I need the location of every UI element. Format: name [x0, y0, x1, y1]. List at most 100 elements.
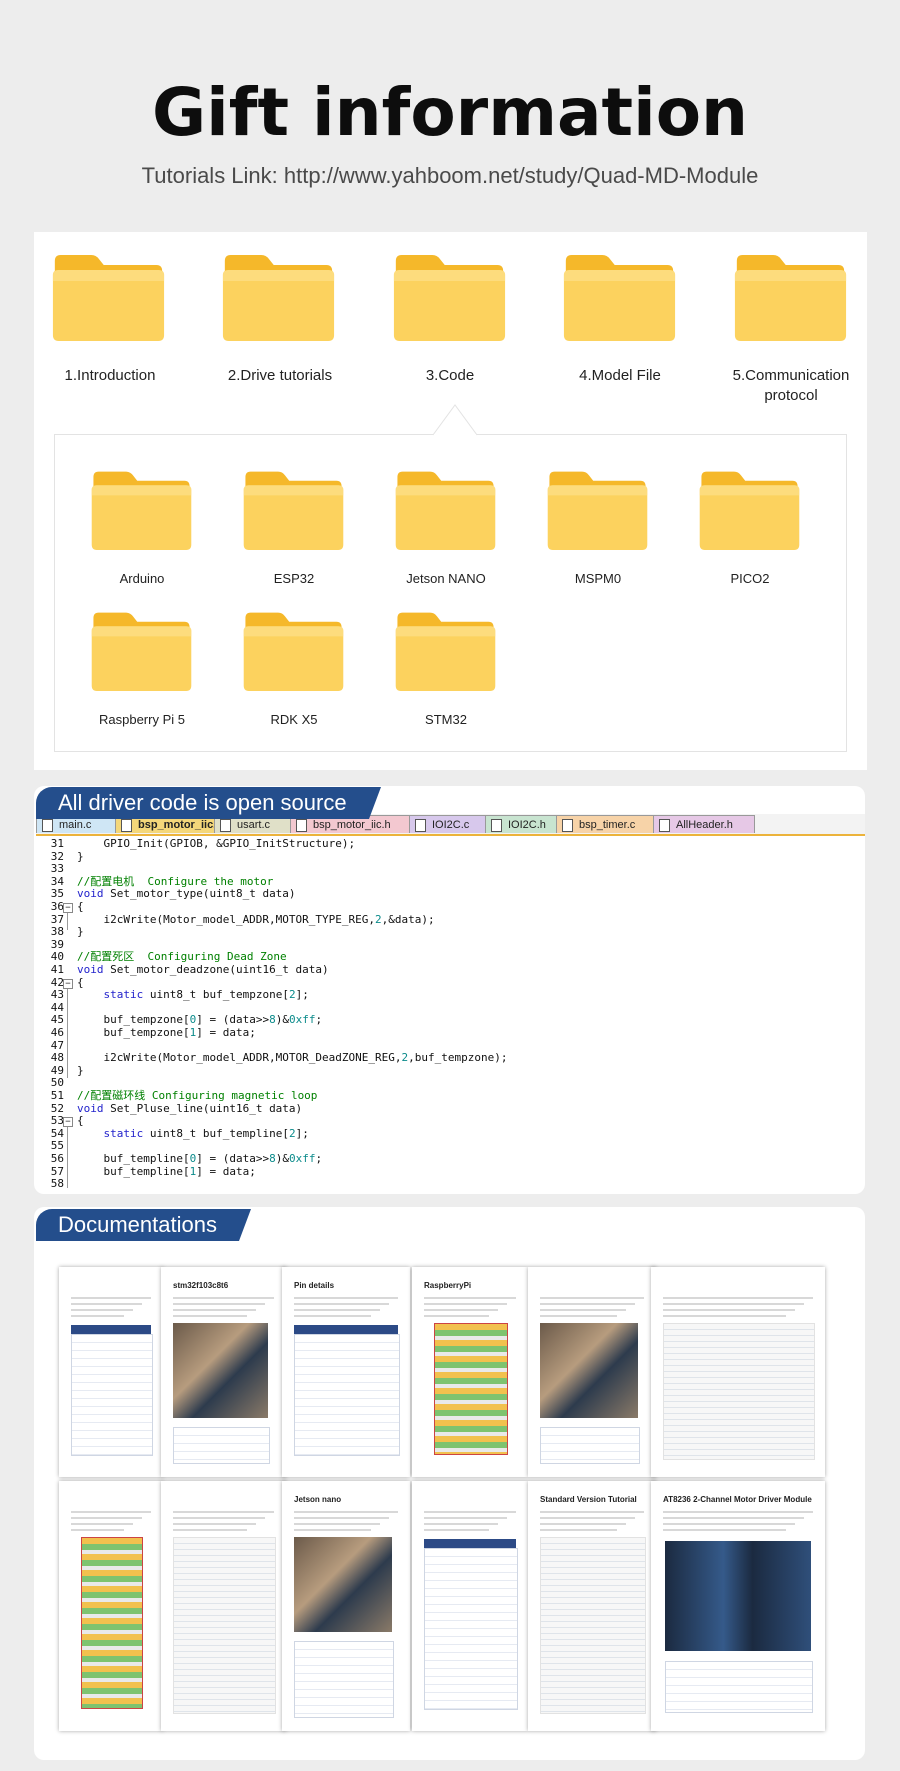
code-line: 57 buf_templine[1] = data; [36, 1165, 864, 1179]
code-line: 56 buf_templine[0] = (data>>8)&0xff; [36, 1152, 864, 1166]
panel-pointer [433, 404, 477, 436]
editor-tab[interactable]: AllHeader.h [653, 815, 755, 833]
file-tab-icon [42, 819, 53, 832]
editor-tab[interactable]: bsp_timer.c [556, 815, 654, 833]
doc-thumbnail[interactable]: Jetson nano [282, 1481, 410, 1731]
doc-title: AT8236 2-Channel Motor Driver Module [663, 1495, 812, 1504]
subfolder-pico2[interactable] [698, 468, 801, 550]
line-number: 46 [50, 1026, 64, 1039]
line-number: 31 [50, 838, 64, 850]
doc-thumbnail[interactable]: AT8236 2-Channel Motor Driver Module [651, 1481, 825, 1731]
folder-icon [733, 255, 848, 345]
docs-section-tag: Documentations [36, 1209, 251, 1241]
subfolder-stm32[interactable] [394, 609, 497, 691]
doc-thumbnail[interactable] [59, 1267, 163, 1477]
doc-thumbnail[interactable]: Standard Version Tutorial [528, 1481, 656, 1731]
subfolder-rdk-x5[interactable] [242, 609, 345, 691]
code-line: 38} [36, 926, 864, 939]
page-title: Gift information [151, 74, 749, 151]
code-line: 36−{ [36, 900, 864, 914]
code-text: void Set_Pluse_line(uint16_t data) [77, 1101, 303, 1115]
tab-label: IOI2C.h [508, 819, 546, 831]
code-line: 46 buf_tempzone[1] = data; [36, 1026, 864, 1040]
doc-thumbnail[interactable] [651, 1267, 825, 1477]
folder-4[interactable] [562, 251, 677, 341]
tutorials-link[interactable]: Tutorials Link: http://www.yahboom.net/s… [0, 163, 900, 189]
file-tab-icon [659, 819, 670, 832]
code-line: 51 //配置磁环线 Configuring magnetic loop [36, 1089, 864, 1103]
subfolder-label: Arduino [119, 571, 165, 586]
file-tab-icon [220, 819, 231, 832]
file-tab-icon [121, 819, 132, 832]
code-text: { [77, 1114, 84, 1128]
file-tab-icon [491, 819, 502, 832]
tab-label: AllHeader.h [676, 819, 733, 831]
folder-label: 2.Drive tutorials [227, 367, 333, 384]
code-text: } [77, 925, 84, 939]
doc-thumbnail[interactable] [161, 1481, 286, 1731]
code-text: } [77, 1063, 84, 1077]
subfolder-esp32[interactable] [242, 468, 345, 550]
folder-icon [90, 471, 193, 554]
subfolder-jetson-nano[interactable] [394, 468, 497, 550]
folder-label: 3.Code [425, 367, 475, 384]
doc-thumbnail[interactable] [412, 1481, 528, 1731]
folder-5[interactable] [733, 251, 848, 341]
line-number: 51 [50, 1089, 64, 1102]
subfolder-mspm0[interactable] [546, 468, 649, 550]
doc-title: Pin details [294, 1281, 335, 1290]
folder-3[interactable] [392, 251, 507, 341]
subfolder-label: RDK X5 [270, 712, 318, 727]
fold-marker-icon[interactable]: − [63, 903, 73, 913]
folder-icon [392, 255, 507, 345]
code-section-tag: All driver code is open source [36, 787, 381, 819]
code-line: 48 i2cWrite(Motor_model_ADDR,MOTOR_DeadZ… [36, 1051, 864, 1065]
line-number: 53 [50, 1114, 64, 1128]
folder-2[interactable] [221, 251, 336, 341]
folder-icon [394, 471, 497, 554]
folder-icon [242, 471, 345, 554]
code-line: 31 GPIO_Init(GPIOB, &GPIO_InitStructure)… [36, 838, 864, 851]
doc-thumbnail[interactable] [528, 1267, 656, 1477]
code-text: buf_tempzone[1] = data; [77, 1026, 256, 1039]
code-line: 37 i2cWrite(Motor_model_ADDR,MOTOR_TYPE_… [36, 912, 864, 927]
code-line: 35 void Set_motor_type(uint8_t data) [36, 888, 864, 901]
subfolder-label: MSPM0 [574, 571, 622, 586]
code-text: i2cWrite(Motor_model_ADDR,MOTOR_TYPE_REG… [77, 912, 435, 926]
folder-icon [242, 612, 345, 695]
subfolder-label: STM32 [425, 712, 467, 727]
line-number: 41 [50, 963, 64, 976]
tab-label: bsp_motor_iic.c [138, 819, 223, 831]
code-text: GPIO_Init(GPIOB, &GPIO_InitStructure); [77, 838, 356, 850]
code-line: 53−{ [36, 1115, 864, 1128]
doc-thumbnail[interactable]: RaspberryPi [412, 1267, 528, 1477]
code-line: 32} [36, 849, 864, 864]
line-number: 33 [50, 862, 64, 876]
code-text: i2cWrite(Motor_model_ADDR,MOTOR_DeadZONE… [77, 1051, 508, 1065]
editor-tab[interactable]: IOI2C.h [485, 815, 557, 833]
doc-thumbnail[interactable] [59, 1481, 163, 1731]
subfolder-label: Jetson NANO [406, 571, 486, 586]
folder-icon [546, 471, 649, 554]
code-line: 43 static uint8_t buf_tempzone[2]; [36, 988, 864, 1002]
folder-1[interactable] [51, 251, 166, 341]
tab-label: IOI2C.c [432, 819, 470, 831]
subfolder-raspberry-pi-5[interactable] [90, 609, 193, 691]
code-editor[interactable]: 31 GPIO_Init(GPIOB, &GPIO_InitStructure)… [36, 838, 864, 1192]
subfolder-arduino[interactable] [90, 468, 193, 550]
fold-marker-icon[interactable]: − [63, 1117, 73, 1128]
code-text: buf_templine[0] = (data>>8)&0xff; [77, 1152, 323, 1165]
code-text: void Set_motor_deadzone(uint16_t data) [77, 963, 329, 976]
line-number: 48 [50, 1051, 64, 1065]
folder-label: 1.Introduction [64, 367, 156, 384]
doc-thumbnail[interactable]: Pin details [282, 1267, 410, 1477]
editor-tab[interactable]: IOI2C.c [409, 815, 486, 833]
code-text: } [77, 849, 84, 863]
doc-thumbnail[interactable]: stm32f103c8t6 [161, 1267, 286, 1477]
fold-marker-icon[interactable]: − [63, 978, 73, 989]
code-line: 58 [36, 1178, 864, 1191]
subfolder-label: Raspberry Pi 5 [99, 712, 185, 727]
file-tab-icon [415, 819, 426, 832]
tab-label: main.c [59, 819, 92, 831]
code-text: static uint8_t buf_tempzone[2]; [103, 988, 309, 1002]
